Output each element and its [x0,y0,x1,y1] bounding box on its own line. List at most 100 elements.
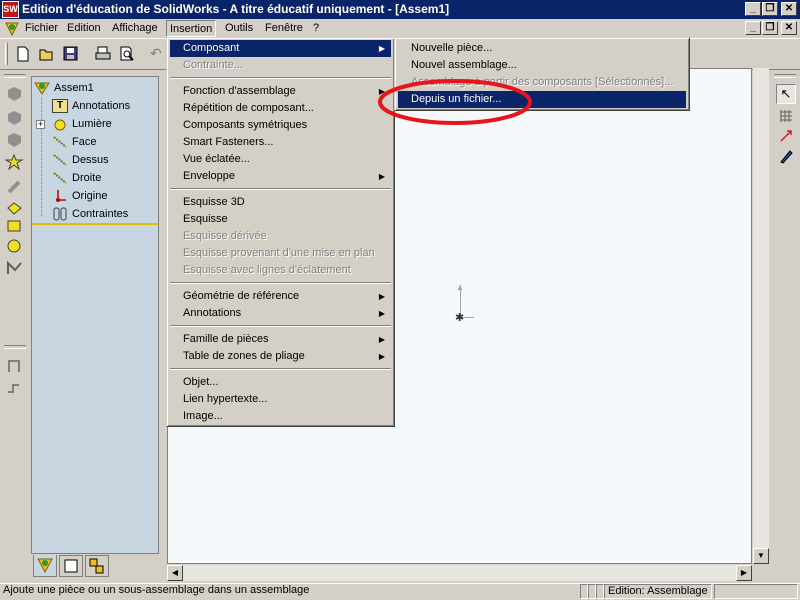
solidworks-logo-icon: SW [2,1,19,18]
expand-icon[interactable]: + [36,120,45,129]
menu-separator [170,188,391,190]
menu-affichage[interactable]: Affichage [109,20,161,37]
menu-item-composant[interactable]: Composant ▶ [170,40,391,57]
smart-dimension-icon[interactable] [778,128,794,144]
mate-icon[interactable] [5,200,24,216]
plane-icon [52,171,68,185]
hide-show-component-icon[interactable] [5,110,24,126]
tree-item-label: Annotations [72,100,131,112]
propertymanager-tab[interactable] [59,555,83,577]
menu-item-geometrie-reference[interactable]: Géométrie de référence ▶ [170,288,391,305]
feature-tree-panel: Assem1 T Annotations + Lumière Face Dess… [31,76,159,554]
sketch-icon[interactable] [5,358,24,374]
menu-item-annotations[interactable]: Annotations ▶ [170,305,391,322]
menu-item-lien-hypertexte[interactable]: Lien hypertexte... [170,391,391,408]
smart-fasteners-icon[interactable] [4,153,24,171]
menu-separator [170,282,391,284]
origin-point-icon: ✱ [455,312,465,324]
assembly-icon [34,81,50,95]
right-sketch-toolbar: ↖ [770,70,800,580]
origin-icon [52,188,68,204]
sketch-pencil-icon[interactable] [778,148,794,164]
select-pointer-icon[interactable]: ↖ [776,84,796,104]
exploded-view-icon[interactable] [5,238,24,254]
submenu-arrow-icon: ▶ [378,335,385,344]
status-divider [580,584,588,599]
menu-item-objet[interactable]: Objet... [170,374,391,391]
menu-item-fonction-assemblage[interactable]: Fonction d'assemblage ▶ [170,83,391,100]
menu-fenetre[interactable]: Fenêtre [262,20,306,37]
menu-item-famille-pieces[interactable]: Famille de pièces ▶ [170,331,391,348]
scroll-left-icon[interactable]: ◀ [167,565,183,581]
menu-item-enveloppe[interactable]: Enveloppe ▶ [170,168,391,185]
menu-item-image[interactable]: Image... [170,408,391,425]
print-preview-icon[interactable] [118,45,136,63]
submenu-arrow-icon: ▶ [378,87,385,96]
submenu-item-nouvelle-piece[interactable]: Nouvelle pièce... [398,40,686,57]
menu-item-esquisse[interactable]: Esquisse [170,211,391,228]
grid-icon[interactable] [778,108,794,124]
menu-item-label: Composant [183,42,240,54]
menu-item-symetriques[interactable]: Composants symétriques [170,117,391,134]
menu-edition[interactable]: Edition [64,20,104,37]
left-command-bar [0,70,30,580]
open-folder-icon[interactable] [38,45,56,63]
menu-item-esquisse-derivee[interactable]: Esquisse dérivée [170,228,391,245]
menu-insertion[interactable]: Insertion [166,20,217,37]
horizontal-scrollbar[interactable]: ◀ ▶ [167,565,752,581]
status-mode: Edition: Assemblage [604,584,712,599]
interference-detection-icon[interactable] [5,260,24,276]
menu-help[interactable]: ? [310,20,322,37]
featuremanager-tab[interactable] [33,555,57,577]
menu-item-esquisse-3d[interactable]: Esquisse 3D [170,194,391,211]
menu-item-vue-eclatee[interactable]: Vue éclatée... [170,151,391,168]
vertical-scrollbar[interactable]: ▼ [753,68,769,564]
submenu-item-depuis-fichier[interactable]: Depuis un fichier... [398,91,686,108]
change-suppression-icon[interactable] [5,132,24,148]
tree-item-label: Dessus [72,154,109,166]
status-divider [588,584,596,599]
window-title: Edition d'éducation de SolidWorks - A ti… [22,2,450,16]
status-message: Ajoute une pièce ou un sous-assemblage d… [3,584,310,596]
restore-icon[interactable]: ❐ [762,2,778,16]
menu-item-esquisse-mise-en-plan[interactable]: Esquisse provenant d'une mise en plan [170,245,391,262]
insert-component-icon[interactable] [5,86,24,102]
doc-close-icon[interactable]: ✕ [781,21,797,35]
plane-icon [52,135,68,149]
minimize-icon[interactable]: _ [745,2,761,16]
menu-outils[interactable]: Outils [222,20,256,37]
scroll-down-icon[interactable]: ▼ [753,548,769,564]
sketch-tool-icon[interactable] [5,380,24,396]
print-icon[interactable] [94,45,112,63]
menu-item-smart-fasteners[interactable]: Smart Fasteners... [170,134,391,151]
menu-fichier[interactable]: Fichier [22,20,61,37]
menu-item-table-pliage[interactable]: Table de zones de pliage ▶ [170,348,391,365]
rollback-bar[interactable] [32,223,158,225]
submenu-item-assemblage-selectionnes[interactable]: Assemblage à partir des composants [Séle… [398,74,686,91]
toolbar-grip[interactable] [774,74,796,78]
doc-restore-icon[interactable]: ❐ [762,21,778,35]
save-icon[interactable] [62,45,80,63]
menu-item-esquisse-eclatement[interactable]: Esquisse avec lignes d'éclatement [170,262,391,279]
move-component-icon[interactable] [5,180,24,196]
menu-item-contrainte[interactable]: Contrainte... [170,57,391,74]
scroll-right-icon[interactable]: ▶ [736,565,752,581]
document-icon[interactable] [4,21,20,37]
toolbar-grip[interactable] [5,43,8,65]
close-icon[interactable]: ✕ [781,2,797,16]
new-document-icon[interactable] [14,45,32,63]
doc-minimize-icon[interactable]: _ [745,21,761,35]
plane-icon [52,153,68,167]
submenu-arrow-icon: ▶ [378,292,385,301]
menu-separator [170,368,391,370]
menu-item-repetition[interactable]: Répétition de composant... [170,100,391,117]
menu-item-label: Table de zones de pliage [183,350,305,362]
menu-item-label: Géométrie de référence [183,290,300,302]
status-divider [596,584,604,599]
title-bar: SW Edition d'éducation de SolidWorks - A… [0,0,800,19]
toolbar-grip[interactable] [4,74,26,78]
submenu-item-nouvel-assemblage[interactable]: Nouvel assemblage... [398,57,686,74]
configurationmanager-tab[interactable] [85,555,109,577]
toolbar-grip[interactable] [4,345,26,349]
rotate-component-icon[interactable] [5,218,24,234]
